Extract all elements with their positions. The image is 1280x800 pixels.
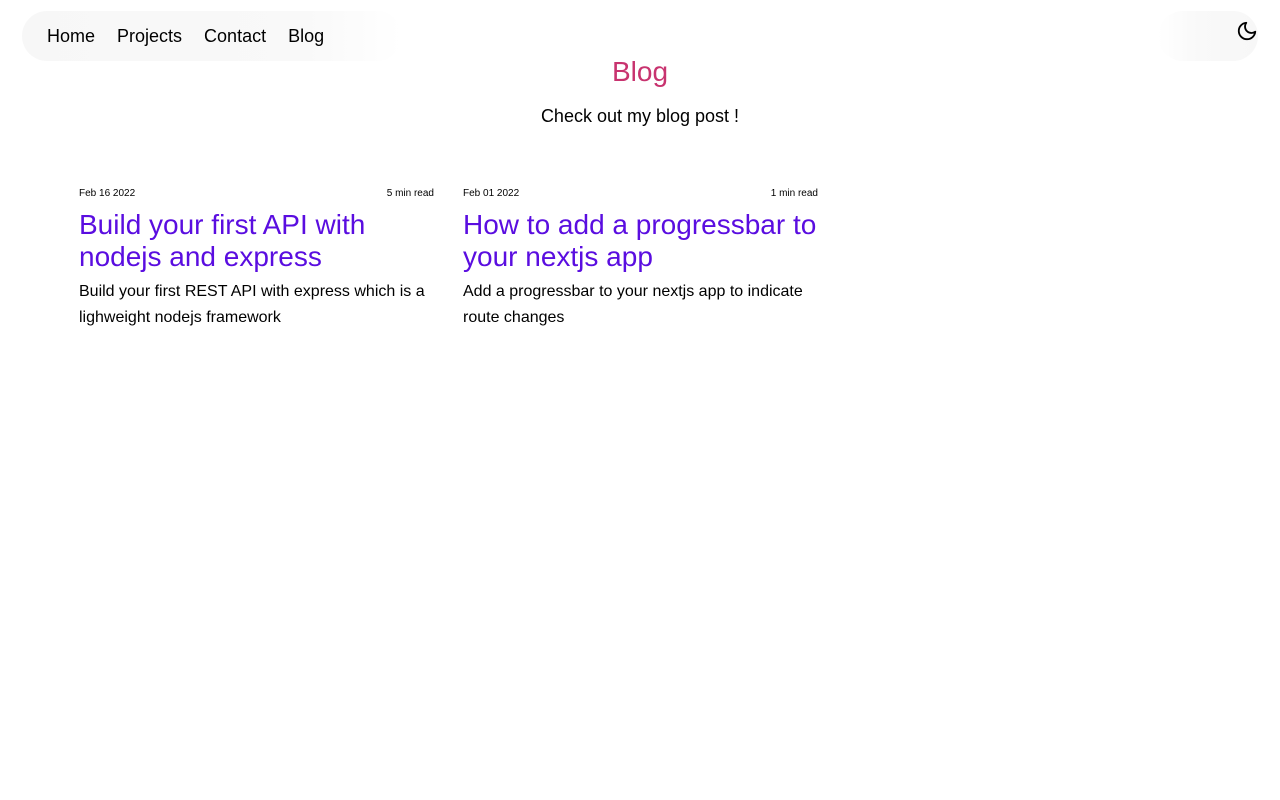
moon-icon bbox=[1237, 21, 1257, 41]
post-date: Feb 16 2022 bbox=[79, 188, 136, 199]
page-subtitle: Check out my blog post ! bbox=[540, 106, 740, 126]
post-description: Add a progressbar to your nextjs app to … bbox=[463, 283, 803, 326]
nav-link-home[interactable]: Home bbox=[47, 27, 95, 45]
nav-link-projects[interactable]: Projects bbox=[117, 27, 182, 45]
nav-link-blog[interactable]: Blog bbox=[288, 27, 324, 45]
post-title-link[interactable]: How to add a progressbar to your nextjs … bbox=[463, 209, 818, 273]
post-description: Build your first REST API with express w… bbox=[79, 283, 425, 326]
post-meta: Feb 01 2022 1 min read bbox=[463, 187, 818, 201]
post-date: Feb 01 2022 bbox=[463, 188, 520, 199]
page-title: Blog bbox=[611, 56, 669, 87]
post-meta: Feb 16 2022 5 min read bbox=[79, 187, 434, 201]
post-read-time: 5 min read bbox=[386, 188, 434, 199]
post-list: Feb 16 2022 5 min read Build your first … bbox=[79, 187, 847, 331]
nav-link-contact[interactable]: Contact bbox=[204, 27, 266, 45]
post-card: Feb 01 2022 1 min read How to add a prog… bbox=[463, 187, 818, 331]
main-nav: Home Projects Contact Blog bbox=[22, 11, 402, 61]
post-card: Feb 16 2022 5 min read Build your first … bbox=[79, 187, 434, 331]
theme-toggle-button[interactable] bbox=[1236, 20, 1258, 42]
post-title-link[interactable]: Build your first API with nodejs and exp… bbox=[79, 209, 434, 273]
post-read-time: 1 min read bbox=[770, 188, 818, 199]
